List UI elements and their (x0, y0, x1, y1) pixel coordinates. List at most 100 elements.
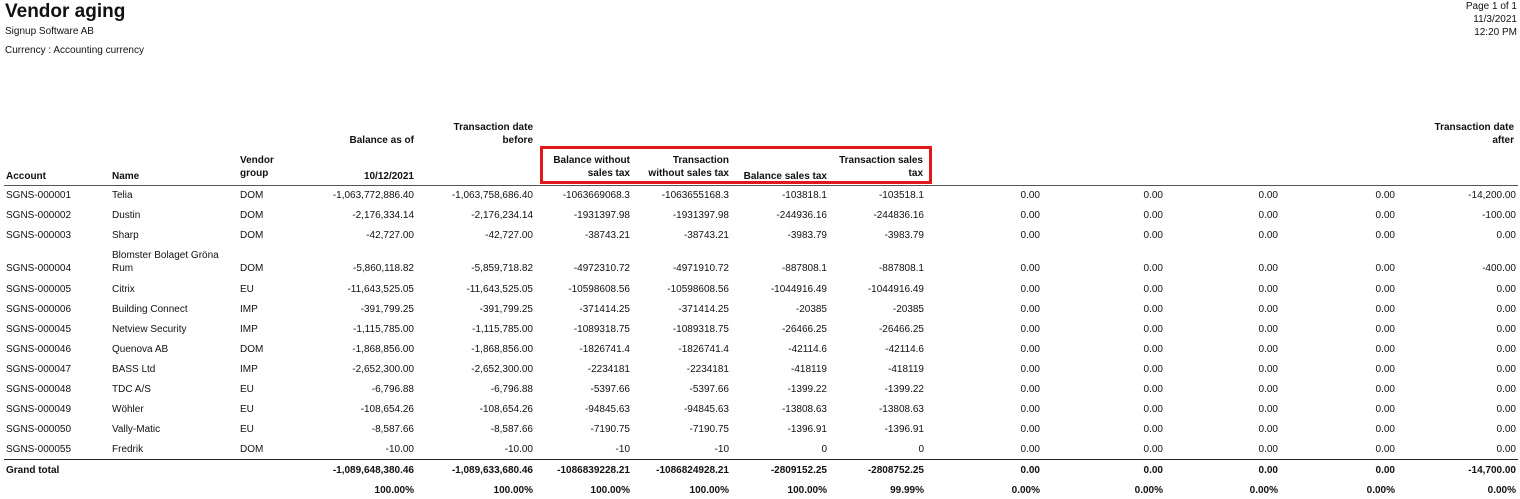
cell-account: SGNS-000049 (6, 404, 72, 415)
report-date: 11/3/2021 (1473, 14, 1517, 25)
cell-name: Wöhler (112, 404, 144, 415)
cell-name: Building Connect (112, 304, 188, 315)
cell-amount: -2,652,300.00 (352, 364, 414, 375)
percent-value: 100.00% (374, 485, 414, 496)
cell-vendor-group: DOM (240, 210, 264, 221)
report-title: Vendor aging (5, 1, 126, 22)
cell-amount: -1,868,856.00 (352, 344, 414, 355)
cell-amount: 0.00 (1496, 444, 1516, 455)
cell-account: SGNS-000004 (6, 263, 72, 274)
cell-account: SGNS-000005 (6, 284, 72, 295)
cell-amount: 0.00 (1375, 284, 1395, 295)
cell-amount: 0.00 (1258, 210, 1278, 221)
cell-amount: 0.00 (1375, 230, 1395, 241)
cell-amount: 0.00 (1143, 284, 1163, 295)
header-vendor-group: Vendor group (240, 155, 274, 179)
cell-vendor-group: EU (240, 424, 254, 435)
cell-amount: -1063669068.3 (562, 190, 630, 201)
cell-amount: 0.00 (1496, 364, 1516, 375)
cell-amount: 0.00 (1496, 284, 1516, 295)
cell-account: SGNS-000006 (6, 304, 72, 315)
grand-total-amount: 0.00 (1143, 465, 1163, 476)
cell-account: SGNS-000047 (6, 364, 72, 375)
currency-label: Currency : Accounting currency (5, 45, 144, 56)
cell-amount: 0.00 (1258, 384, 1278, 395)
cell-amount: -108,654.26 (360, 404, 414, 415)
cell-amount: -1826741.4 (579, 344, 630, 355)
percent-value: 0.00% (1366, 485, 1395, 496)
grand-total-amount: -2808752.25 (867, 465, 924, 476)
cell-name: Citrix (112, 284, 135, 295)
cell-amount: -4972310.72 (573, 263, 630, 274)
cell-amount: -7190.75 (590, 424, 630, 435)
cell-amount: -371414.25 (579, 304, 630, 315)
cell-amount: -100.00 (1482, 210, 1516, 221)
cell-amount: -1931397.98 (573, 210, 630, 221)
percent-value: 0.00% (1134, 485, 1163, 496)
cell-amount: 0.00 (1020, 284, 1040, 295)
cell-name: Netview Security (112, 324, 187, 335)
cell-amount: -10.00 (385, 444, 414, 455)
cell-vendor-group: IMP (240, 364, 258, 375)
cell-amount: 0.00 (1020, 444, 1040, 455)
percent-value: 0.00% (1487, 485, 1516, 496)
cell-amount: -400.00 (1482, 263, 1516, 274)
cell-amount: 0.00 (1496, 304, 1516, 315)
cell-name: BASS Ltd (112, 364, 156, 375)
cell-amount: -38743.21 (584, 230, 630, 241)
cell-amount: 0.00 (1258, 263, 1278, 274)
cell-amount: 0.00 (1496, 384, 1516, 395)
cell-amount: 0.00 (1258, 284, 1278, 295)
cell-name: Vally-Matic (112, 424, 161, 435)
cell-amount: -42114.6 (885, 344, 924, 355)
cell-vendor-group: EU (240, 284, 254, 295)
cell-amount: -6,796.88 (371, 384, 414, 395)
cell-vendor-group: DOM (240, 263, 264, 274)
cell-amount: 0.00 (1258, 324, 1278, 335)
cell-amount: 0.00 (1258, 424, 1278, 435)
cell-amount: -13808.63 (878, 404, 924, 415)
cell-amount: 0.00 (1375, 190, 1395, 201)
cell-amount: 0.00 (1143, 210, 1163, 221)
cell-amount: 0.00 (1020, 304, 1040, 315)
percent-value: 100.00% (590, 485, 630, 496)
cell-amount: 0.00 (1375, 263, 1395, 274)
cell-vendor-group: IMP (240, 304, 258, 315)
cell-amount: -1,063,772,886.40 (332, 190, 414, 201)
cell-account: SGNS-000045 (6, 324, 72, 335)
cell-amount: -391,799.25 (360, 304, 414, 315)
cell-amount: 0.00 (1496, 344, 1516, 355)
cell-amount: -94845.63 (584, 404, 630, 415)
grand-total-amount: 0.00 (1375, 465, 1395, 476)
cell-vendor-group: EU (240, 404, 254, 415)
cell-account: SGNS-000048 (6, 384, 72, 395)
cell-amount: 0.00 (1143, 344, 1163, 355)
percent-value: 0.00% (1011, 485, 1040, 496)
cell-amount: 0.00 (1258, 444, 1278, 455)
cell-name: Fredrik (112, 444, 144, 455)
cell-vendor-group: DOM (240, 444, 264, 455)
cell-amount: 0.00 (1020, 404, 1040, 415)
cell-amount: -887808.1 (878, 263, 924, 274)
cell-amount: 0.00 (1375, 404, 1395, 415)
cell-amount: -1089318.75 (573, 324, 630, 335)
cell-vendor-group: DOM (240, 344, 264, 355)
cell-amount: 0.00 (1375, 444, 1395, 455)
cell-amount: 0.00 (1375, 344, 1395, 355)
cell-name: Blomster Bolaget Gröna Rum (112, 250, 219, 274)
cell-amount: -20385 (892, 304, 924, 315)
cell-name: Sharp (112, 230, 139, 241)
cell-amount: 0.00 (1143, 263, 1163, 274)
cell-name: Telia (112, 190, 133, 201)
cell-amount: 0.00 (1496, 404, 1516, 415)
cell-vendor-group: DOM (240, 230, 264, 241)
cell-amount: 0.00 (1375, 364, 1395, 375)
cell-amount: 0.00 (1258, 304, 1278, 315)
grand-total-amount: 0.00 (1258, 465, 1278, 476)
cell-amount: 0.00 (1020, 190, 1040, 201)
header-account: Account (6, 171, 46, 182)
header-txn-date-before: Transaction date before (453, 122, 533, 146)
cell-amount: 0.00 (1020, 324, 1040, 335)
cell-amount: -10598608.56 (568, 284, 630, 295)
cell-amount: 0.00 (1258, 230, 1278, 241)
